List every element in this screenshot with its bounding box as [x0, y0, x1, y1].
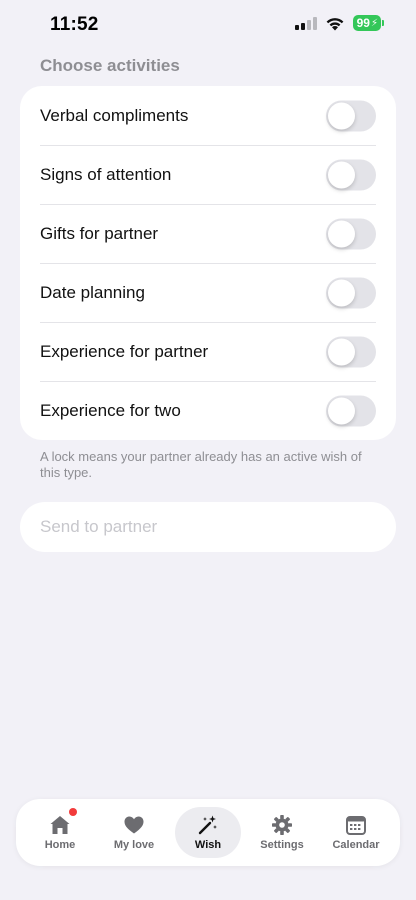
- tab-label: Home: [44, 839, 76, 851]
- lock-footnote: A lock means your partner already has an…: [40, 449, 362, 480]
- tab-settings[interactable]: Settings: [245, 799, 319, 866]
- tab-home[interactable]: Home: [23, 799, 97, 866]
- house-icon: [49, 808, 77, 836]
- activity-row-verbal-compliments: Verbal compliments: [20, 86, 396, 145]
- activity-label: Gifts for partner: [40, 223, 159, 243]
- signs-of-attention-toggle[interactable]: [326, 159, 376, 190]
- activity-row-date-planning: Date planning: [20, 263, 396, 322]
- section-title: Choose activities: [40, 56, 180, 75]
- activity-row-experience-for-two: Experience for two: [20, 381, 396, 440]
- calendar-icon: [345, 814, 367, 836]
- activity-label: Experience for partner: [40, 341, 209, 361]
- send-to-partner-button[interactable]: Send to partner: [20, 502, 396, 552]
- activity-label: Verbal compliments: [40, 105, 189, 125]
- status-icons: 99 ⚡: [294, 15, 384, 31]
- activities-card: Verbal compliments Signs of attention Gi…: [20, 86, 396, 440]
- toggle-knob: [328, 220, 355, 247]
- battery-level: 99: [356, 16, 370, 30]
- gear-icon: [271, 814, 293, 836]
- wifi-icon: [326, 17, 344, 30]
- toggle-knob: [328, 397, 355, 424]
- toggle-knob: [328, 338, 355, 365]
- tab-label: My love: [113, 839, 155, 851]
- tab-label: Settings: [260, 839, 304, 851]
- activity-label: Experience for two: [40, 400, 181, 420]
- gifts-for-partner-toggle[interactable]: [326, 218, 376, 249]
- activity-row-signs-of-attention: Signs of attention: [20, 145, 396, 204]
- tab-wish[interactable]: Wish: [171, 799, 245, 866]
- tab-bar: Home My love Wish Settings Calendar: [16, 799, 400, 866]
- notification-badge: [69, 808, 77, 816]
- tab-my-love[interactable]: My love: [97, 799, 171, 866]
- cellular-signal-icon: [294, 16, 317, 30]
- toggle-knob: [328, 161, 355, 188]
- status-time: 11:52: [50, 14, 99, 35]
- tab-label: Wish: [194, 839, 222, 851]
- experience-for-two-toggle[interactable]: [326, 395, 376, 426]
- verbal-compliments-toggle[interactable]: [326, 100, 376, 131]
- experience-for-partner-toggle[interactable]: [326, 336, 376, 367]
- activity-label: Date planning: [40, 282, 145, 302]
- activity-label: Signs of attention: [40, 164, 172, 184]
- tab-label: Calendar: [332, 839, 380, 851]
- magic-wand-icon: [197, 814, 219, 836]
- battery-icon: 99 ⚡: [352, 15, 384, 31]
- status-bar: 11:52 99 ⚡: [0, 0, 416, 52]
- toggle-knob: [328, 102, 355, 129]
- activity-row-gifts-for-partner: Gifts for partner: [20, 204, 396, 263]
- tab-calendar[interactable]: Calendar: [319, 799, 393, 866]
- toggle-knob: [328, 279, 355, 306]
- heart-icon: [123, 814, 145, 836]
- activity-row-experience-for-partner: Experience for partner: [20, 322, 396, 381]
- date-planning-toggle[interactable]: [326, 277, 376, 308]
